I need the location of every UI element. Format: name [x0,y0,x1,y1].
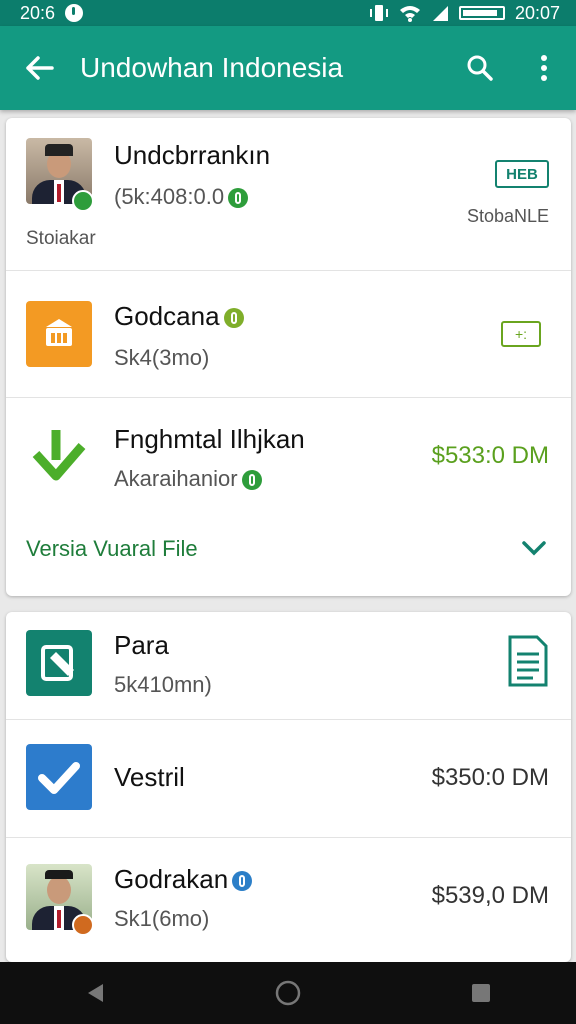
list-item[interactable]: Undcbrrankın (5k:408:0.0 Stoiakar HEB St… [6,118,571,270]
back-arrow-icon [26,56,54,80]
more-options-button[interactable] [512,26,576,110]
item-sub: Akaraihanior [114,466,238,491]
add-badge[interactable]: +: [501,321,541,347]
signal-icon [432,6,448,21]
status-icon [228,188,249,209]
system-nav-bar [0,962,576,1024]
wifi-icon [399,6,420,22]
status-time-right: 20:07 [514,2,560,23]
nav-home-icon[interactable] [275,980,301,1006]
list-item[interactable]: Para 5k410mn) [6,612,571,718]
nav-back-icon[interactable] [85,982,105,1004]
ticket-badge: HEB [495,160,549,188]
item-name: Fnghmtal Ilhjkan [114,424,305,454]
chevron-down-icon [522,541,546,556]
search-button[interactable] [448,26,512,110]
bank-icon [26,301,92,367]
status-icon [223,308,244,329]
page-title: Undowhan Indonesia [80,52,344,83]
transactions-card-1: Undcbrrankın (5k:408:0.0 Stoiakar HEB St… [6,118,571,596]
app-bar: Undowhan Indonesia [0,26,576,110]
edit-doc-icon [26,630,92,696]
item-sub: (5k:408:0.0 [114,184,225,209]
list-item[interactable]: Godrakan Sk1(6mo) $539,0 DM [6,838,571,962]
view-file-link[interactable]: Versia Vuaral File [6,516,571,586]
battery-icon [458,6,505,20]
item-sub: Sk1(6mo) [114,906,210,931]
download-arrow-icon [32,430,86,481]
status-bar: 20:6 20:07 [0,0,576,26]
item-name: Vestril [114,762,185,792]
item-amount: $533:0 DM [431,442,549,469]
status-time-left: 20:6 [20,2,56,23]
list-item[interactable]: Vestril $350:0 DM [6,720,571,836]
badge-caption: StobaNLE [466,206,549,226]
item-sub: 5k410mn) [114,672,212,697]
footer-link-text: Versia Vuaral File [26,536,198,561]
item-caption: Stoiakar [26,228,96,249]
status-icon [241,470,262,491]
verified-badge-icon [72,190,94,212]
item-name: Godrakan [114,864,229,894]
search-icon [467,55,493,81]
notification-icon [65,4,84,22]
transactions-card-2: Para 5k410mn) Vestril $350:0 DM Godrakan… [6,612,571,962]
item-sub: Sk4(3mo) [114,345,210,370]
check-app-icon [26,744,92,810]
more-vert-icon [541,55,547,81]
status-icon [232,871,253,892]
back-button[interactable] [0,26,80,110]
nav-recents-icon[interactable] [471,983,491,1003]
list-item[interactable]: Fnghmtal Ilhjkan Akaraihanior $533:0 DM [6,398,571,506]
document-icon[interactable] [507,634,549,688]
item-name: Undcbrrankın [114,140,271,170]
list-item[interactable]: Godcana Sk4(3mo) +: [6,271,571,397]
user-badge-icon [72,914,94,936]
vibrate-icon [369,5,388,21]
item-name: Godcana [114,301,220,331]
item-name: Para [114,630,169,660]
item-amount: $350:0 DM [431,764,549,791]
item-amount: $539,0 DM [431,882,549,909]
